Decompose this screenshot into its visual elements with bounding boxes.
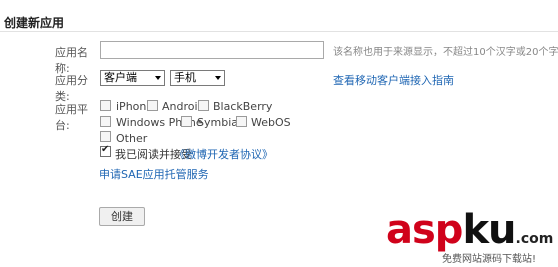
subcategory-select-value: 手机 (174, 71, 196, 84)
page-title: 创建新应用 (4, 16, 65, 30)
watermark-subtitle: 免费网站源码下载站! (442, 254, 537, 265)
blackberry-checkbox[interactable] (198, 100, 209, 111)
watermark: aspku.com 免费网站源码下载站! (386, 210, 556, 267)
app-platform-label: 应用平台: (55, 103, 88, 132)
logo-asp: asp (386, 207, 463, 253)
category-select[interactable]: 客户端 (100, 70, 165, 86)
app-name-hint: 该名称也用于来源显示，不超过10个汉字或20个字母 (333, 47, 558, 58)
iphone-checkbox[interactable] (100, 100, 111, 111)
symbian-checkbox[interactable] (181, 116, 192, 127)
create-button[interactable]: 创建 (99, 207, 145, 226)
webos-label: WebOS (251, 116, 291, 129)
title-divider (0, 31, 558, 32)
blackberry-label: BlackBerry (213, 100, 273, 113)
logo-domain: .com (515, 231, 554, 247)
windows-phone-checkbox[interactable] (100, 116, 111, 127)
subcategory-select[interactable]: 手机 (170, 70, 225, 86)
app-category-label: 应用分类: (55, 74, 88, 103)
agreement-checkbox[interactable]: ✔ (100, 144, 111, 157)
app-name-input[interactable] (100, 41, 324, 59)
other-label: Other (116, 132, 148, 145)
logo-ku: ku (462, 207, 516, 253)
category-select-value: 客户端 (104, 71, 137, 84)
chevron-down-icon (155, 76, 161, 80)
android-checkbox[interactable] (147, 100, 158, 111)
mobile-guide-link[interactable]: 查看移动客户端接入指南 (333, 72, 454, 88)
checkmark-icon: ✔ (101, 144, 110, 155)
chevron-down-icon (215, 76, 221, 80)
webos-checkbox[interactable] (236, 116, 247, 127)
other-checkbox[interactable] (100, 131, 111, 142)
sae-hosting-link[interactable]: 申请SAE应用托管服务 (99, 166, 209, 182)
agreement-link[interactable]: 《微博开发者协议》 (174, 146, 273, 162)
